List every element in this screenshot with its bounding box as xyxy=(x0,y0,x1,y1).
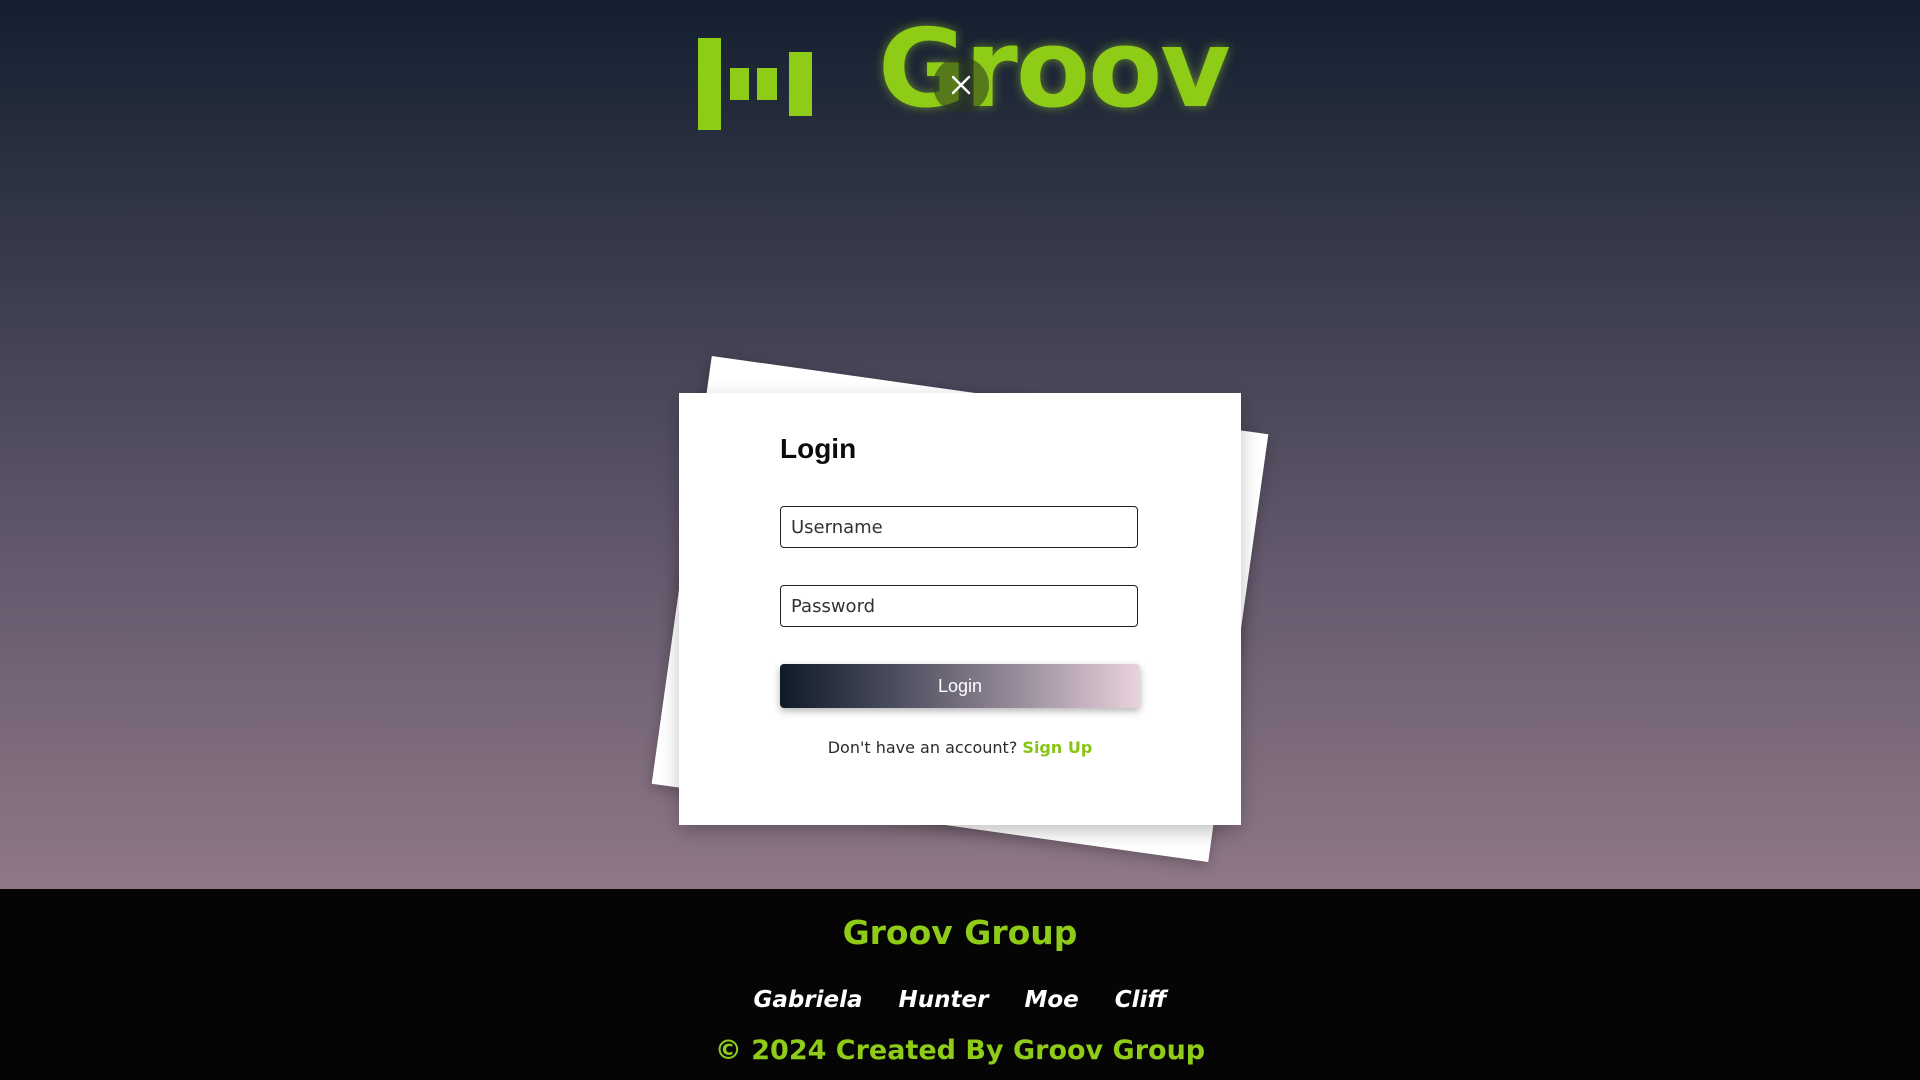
footer: Groov Group Gabriela Hunter Moe Cliff © … xyxy=(0,889,1920,1080)
member-name: Gabriela xyxy=(753,987,863,1013)
copyright-text: © 2024 Created By Groov Group xyxy=(714,1035,1206,1066)
username-input[interactable] xyxy=(780,506,1138,548)
equalizer-bars-icon xyxy=(698,38,812,130)
close-icon xyxy=(951,75,971,95)
login-title: Login xyxy=(780,433,857,464)
member-name: Moe xyxy=(1024,987,1079,1013)
login-card: Login Login Don't have an account? Sign … xyxy=(679,393,1241,825)
footer-title: Groov Group xyxy=(842,913,1078,952)
brand-name: Groov xyxy=(878,7,1231,132)
signup-prompt-row: Don't have an account? Sign Up xyxy=(679,738,1241,757)
signup-prompt-text: Don't have an account? xyxy=(827,738,1018,757)
close-button[interactable] xyxy=(933,57,989,113)
password-input[interactable] xyxy=(780,585,1138,627)
login-button[interactable]: Login xyxy=(780,664,1140,708)
member-name: Hunter xyxy=(898,987,989,1013)
member-name: Cliff xyxy=(1114,987,1167,1013)
signup-link[interactable]: Sign Up xyxy=(1022,738,1092,757)
team-members: Gabriela Hunter Moe Cliff xyxy=(0,987,1920,1013)
